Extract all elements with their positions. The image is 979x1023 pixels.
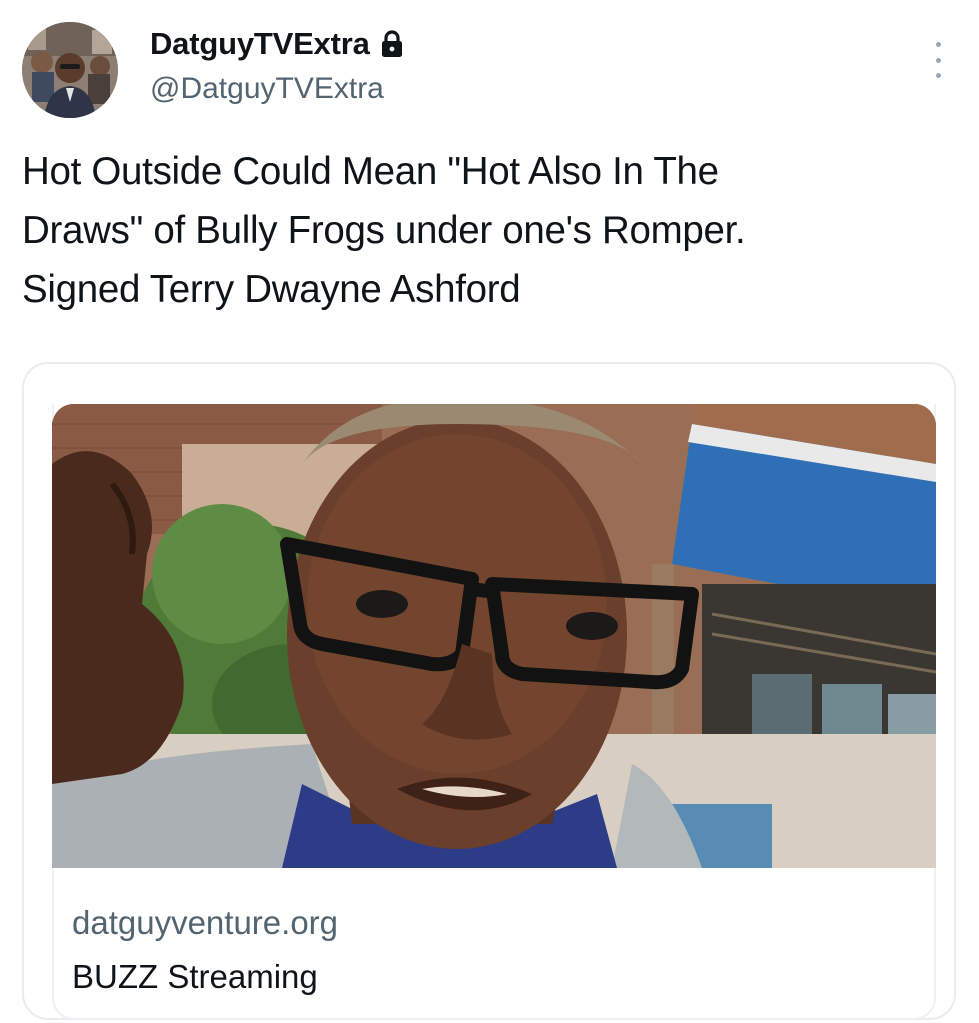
avatar[interactable] xyxy=(22,22,118,118)
more-vertical-icon[interactable] xyxy=(926,42,950,78)
tweet-text-line: Signed Terry Dwayne Ashford xyxy=(22,268,521,311)
tweet: DatguyTVExtra @DatguyTVExtra Hot Outside… xyxy=(0,0,979,1023)
avatar-image xyxy=(22,22,118,118)
user-handle[interactable]: @DatguyTVExtra xyxy=(150,72,384,106)
more-dot xyxy=(935,73,941,78)
card-photo-illustration xyxy=(52,404,936,868)
tweet-text: Hot Outside Could Mean "Hot Also In The … xyxy=(22,142,952,319)
more-dot xyxy=(935,42,941,47)
tweet-text-line: Hot Outside Could Mean "Hot Also In The xyxy=(22,150,719,193)
lock-icon xyxy=(381,30,402,57)
card-title: BUZZ Streaming xyxy=(72,958,318,995)
link-card[interactable]: datguyventure.org BUZZ Streaming xyxy=(22,362,956,1020)
card-photo[interactable] xyxy=(52,404,936,868)
card-domain: datguyventure.org xyxy=(72,904,339,941)
tweet-text-line: Draws" of Bully Frogs under one's Romper… xyxy=(22,209,746,252)
display-name[interactable]: DatguyTVExtra xyxy=(150,26,404,62)
more-dot xyxy=(935,57,941,63)
display-name-text: DatguyTVExtra xyxy=(150,26,370,61)
